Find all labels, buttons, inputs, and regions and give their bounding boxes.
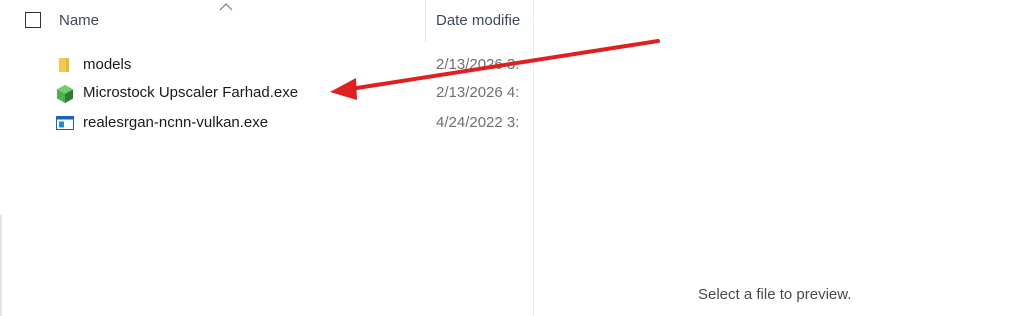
- folder-icon: [56, 57, 74, 73]
- file-name: models: [83, 56, 132, 73]
- file-date: 2/13/2026 3:: [436, 56, 520, 73]
- file-name: realesrgan-ncnn-vulkan.exe: [83, 114, 269, 131]
- file-date: 2/13/2026 4:: [436, 84, 520, 101]
- file-row-microstock-upscaler[interactable]: Microstock Upscaler Farhad.exe 2/13/2026…: [0, 81, 533, 105]
- column-header-name[interactable]: Name: [59, 12, 99, 29]
- window-app-icon: [56, 115, 74, 131]
- hexagon-app-icon: [56, 85, 74, 103]
- select-all-checkbox[interactable]: [25, 12, 41, 28]
- sort-ascending-icon: [219, 0, 233, 14]
- preview-message: Select a file to preview.: [698, 286, 852, 303]
- preview-pane: Select a file to preview.: [534, 0, 1024, 316]
- file-row-realesrgan[interactable]: realesrgan-ncnn-vulkan.exe 4/24/2022 3:: [0, 111, 533, 135]
- file-name: Microstock Upscaler Farhad.exe: [83, 84, 299, 101]
- column-header-date-modified[interactable]: Date modifie: [436, 12, 533, 29]
- file-list-pane: Name Date modifie models 2/13/2026 3: Mi…: [0, 0, 533, 316]
- column-separator[interactable]: [425, 0, 426, 42]
- file-row-models[interactable]: models 2/13/2026 3:: [0, 53, 533, 77]
- column-header: Name Date modifie: [0, 0, 533, 42]
- file-date: 4/24/2022 3:: [436, 114, 520, 131]
